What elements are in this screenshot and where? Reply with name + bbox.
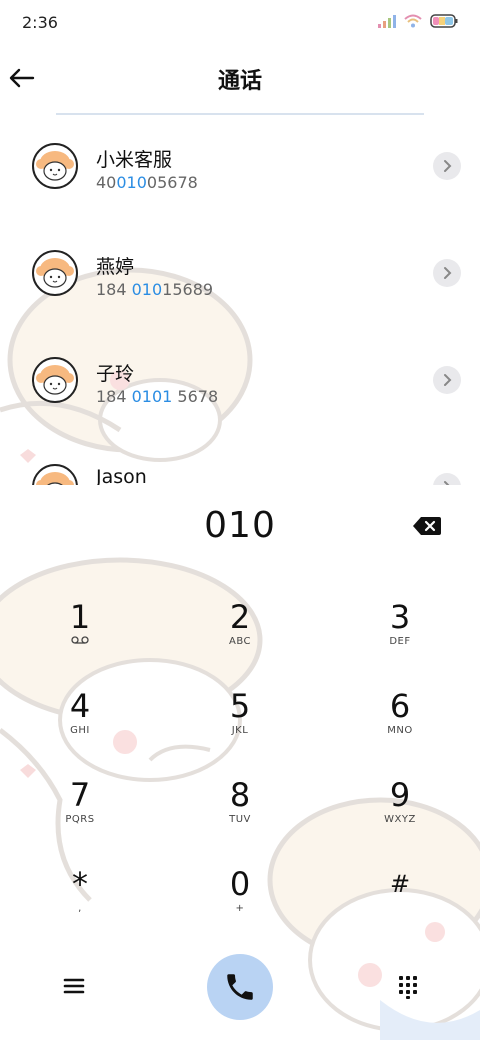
dialpad-icon: [399, 976, 417, 999]
key-letters: ABC: [228, 636, 251, 647]
key-1[interactable]: 1: [25, 598, 135, 678]
key-letters: JKL: [231, 725, 249, 736]
menu-icon: [63, 978, 85, 994]
contact-row[interactable]: Jason: [0, 436, 480, 485]
voicemail-icon: [25, 636, 135, 647]
bottom-bar: [0, 950, 480, 1030]
key-digit: 1: [69, 598, 91, 636]
chevron-right-icon: [444, 374, 452, 386]
key-letters: MNO: [387, 725, 413, 736]
contact-name: Jason: [96, 466, 147, 485]
key-digit: 4: [69, 687, 91, 725]
contact-name: 子玲: [96, 363, 135, 385]
contact-row[interactable]: 小米客服 4001005678: [0, 115, 480, 192]
contact-row[interactable]: 子玲 184 0101 5678: [0, 329, 480, 406]
key-letters: +: [235, 903, 245, 914]
contact-detail-button[interactable]: [433, 152, 461, 180]
backspace-icon: [413, 517, 441, 535]
status-bar: 2:36: [0, 0, 480, 44]
contact-detail-button[interactable]: [433, 259, 461, 287]
key-digit: *: [72, 865, 88, 903]
battery-icon: [430, 13, 458, 32]
key-letters: PQRS: [65, 814, 95, 825]
menu-button[interactable]: [60, 972, 88, 1000]
back-button[interactable]: [6, 62, 38, 94]
contact-list: 小米客服 4001005678 燕婷 184 01015689 子玲 184 0…: [0, 115, 480, 485]
key-0[interactable]: 0 +: [185, 865, 295, 945]
call-button[interactable]: [207, 954, 273, 1020]
contact-number: 184 0101 5678: [96, 387, 219, 406]
backspace-button[interactable]: [412, 515, 442, 537]
key-digit: 8: [229, 776, 251, 814]
key-4[interactable]: 4 GHI: [25, 687, 135, 767]
status-icons: [378, 13, 458, 32]
key-digit: 9: [389, 776, 411, 814]
key-digit: #: [389, 870, 411, 898]
key-9[interactable]: 9 WXYZ: [345, 776, 455, 856]
status-time: 2:36: [22, 12, 58, 32]
page-title: 通话: [217, 69, 262, 94]
key-digit: 2: [229, 598, 251, 636]
key-hash[interactable]: #: [345, 865, 455, 945]
key-digit: 6: [389, 687, 411, 725]
chevron-right-icon: [444, 160, 452, 172]
key-2[interactable]: 2 ABC: [185, 598, 295, 678]
contact-avatar: [32, 357, 78, 403]
header-divider: [56, 113, 424, 115]
key-6[interactable]: 6 MNO: [345, 687, 455, 767]
contact-number: 4001005678: [96, 173, 198, 192]
contact-avatar: [32, 250, 78, 296]
contact-detail-button[interactable]: [433, 473, 461, 485]
key-letters: DEF: [389, 636, 411, 647]
key-digit: 7: [69, 776, 91, 814]
key-5[interactable]: 5 JKL: [185, 687, 295, 767]
phone-icon: [227, 974, 253, 1000]
key-digit: 3: [389, 598, 411, 636]
contact-avatar: [32, 143, 78, 189]
wifi-icon: [404, 13, 422, 32]
key-letters: WXYZ: [384, 814, 416, 825]
contact-name: 燕婷: [96, 256, 135, 278]
back-arrow-icon: [9, 68, 35, 88]
key-7[interactable]: 7 PQRS: [25, 776, 135, 856]
chevron-right-icon: [444, 267, 452, 279]
contact-avatar: [32, 464, 78, 485]
dial-number-display[interactable]: 010: [0, 505, 480, 546]
key-letters: ,: [78, 903, 82, 914]
keypad-toggle-button[interactable]: [394, 972, 422, 1000]
key-star[interactable]: * ,: [25, 865, 135, 945]
contact-number: 184 01015689: [96, 280, 214, 299]
contact-detail-button[interactable]: [433, 366, 461, 394]
key-3[interactable]: 3 DEF: [345, 598, 455, 678]
contact-row[interactable]: 燕婷 184 01015689: [0, 222, 480, 299]
key-letters: GHI: [70, 725, 90, 736]
key-8[interactable]: 8 TUV: [185, 776, 295, 856]
contact-name: 小米客服: [96, 149, 173, 171]
signal-icon: [378, 13, 396, 32]
key-digit: 0: [229, 865, 251, 903]
header: 通话: [0, 44, 480, 114]
key-letters: TUV: [229, 814, 251, 825]
key-digit: 5: [229, 687, 251, 725]
